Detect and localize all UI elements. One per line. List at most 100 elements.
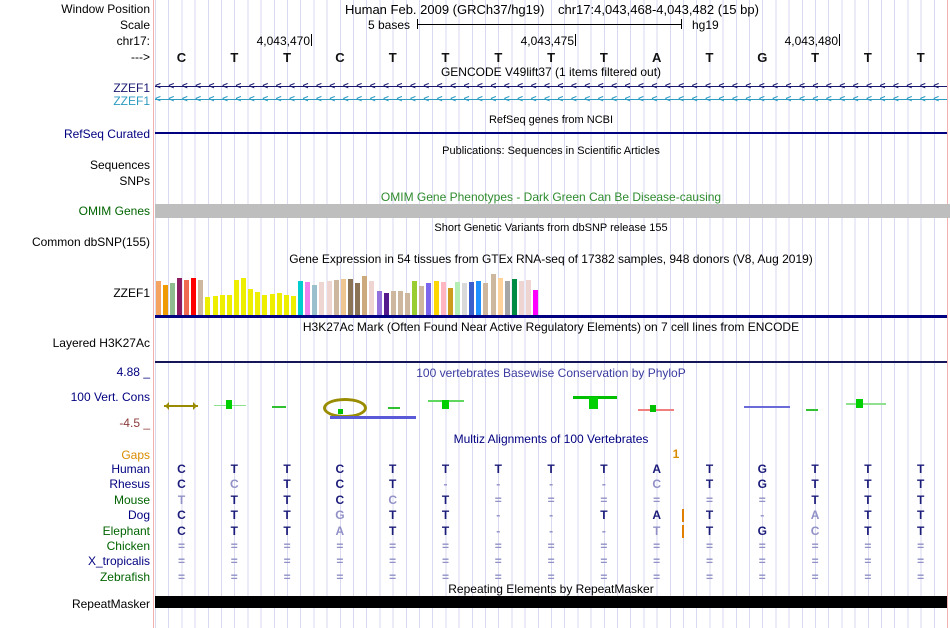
repeatmasker-element-bar[interactable]: [155, 596, 947, 608]
species-label-human[interactable]: Human: [0, 463, 150, 476]
gtex-tissue-bar[interactable]: [248, 289, 254, 315]
gtex-tissue-bar[interactable]: [155, 281, 161, 315]
gtex-tissue-bar[interactable]: [397, 291, 403, 315]
sequence-base: T: [863, 50, 872, 65]
omim-gene-bar[interactable]: [155, 204, 950, 218]
track-label-gtex-gene[interactable]: ZZEF1: [0, 287, 150, 300]
phylop-mark: [650, 405, 656, 412]
align-cell: =: [864, 569, 872, 584]
phylop-mark: [388, 407, 400, 409]
gtex-tissue-bar[interactable]: [205, 297, 211, 315]
species-label-rhesus[interactable]: Rhesus: [0, 478, 150, 491]
track-label-sequences[interactable]: Sequences: [0, 159, 150, 172]
h3k27ac-line[interactable]: [155, 361, 947, 363]
track-label-h3k27ac[interactable]: Layered H3K27Ac: [0, 337, 150, 350]
gtex-tissue-bar[interactable]: [241, 278, 247, 315]
species-label-zebrafish[interactable]: Zebrafish: [0, 570, 150, 584]
gtex-tissue-bar[interactable]: [262, 295, 268, 315]
gtex-tissue-bar[interactable]: [276, 293, 282, 315]
align-cell: C: [177, 508, 186, 523]
gtex-tissue-bar[interactable]: [319, 282, 325, 315]
gtex-tissue-bar[interactable]: [298, 281, 304, 315]
gtex-tissue-bar[interactable]: [419, 286, 425, 315]
gene-label-zzef1-b[interactable]: ZZEF1: [0, 95, 150, 108]
track-label-refseq[interactable]: RefSeq Curated: [0, 128, 150, 141]
position-label: chr17:4,043,468-4,043,482 (15 bp): [558, 2, 759, 17]
gtex-tissue-bar[interactable]: [340, 279, 346, 315]
track-label-phylop[interactable]: 100 Vert. Cons: [0, 391, 150, 404]
align-cell: =: [177, 554, 185, 569]
gtex-tissue-bar[interactable]: [233, 280, 239, 315]
track-label-snps[interactable]: SNPs: [0, 175, 150, 188]
multiz-track-title: Multiz Alignments of 100 Vertebrates: [453, 432, 649, 446]
species-label-x_tropicalis[interactable]: X_tropicalis: [0, 555, 150, 568]
gtex-tissue-bar[interactable]: [326, 281, 332, 315]
gtex-tissue-bar[interactable]: [212, 296, 218, 315]
ruler-tick: 4,043,470: [202, 34, 312, 48]
gtex-tissue-bar[interactable]: [512, 279, 517, 315]
gtex-tissue-bar[interactable]: [469, 282, 475, 315]
align-cell: =: [547, 554, 555, 569]
gtex-tissue-bar[interactable]: [255, 292, 261, 315]
gtex-tissue-bar[interactable]: [283, 295, 289, 315]
align-cell: =: [389, 554, 397, 569]
multiz-gaps-label[interactable]: Gaps: [0, 449, 150, 462]
gtex-tissue-bar[interactable]: [191, 278, 197, 315]
gene-exon-arrows[interactable]: < < < < < < < < < < < < < < < < < < < < …: [155, 81, 947, 93]
align-cell: =: [864, 539, 872, 553]
gtex-tissue-bar[interactable]: [433, 281, 439, 315]
gtex-tissue-bar[interactable]: [312, 285, 318, 315]
align-cell: T: [441, 492, 450, 507]
species-label-chicken[interactable]: Chicken: [0, 540, 150, 553]
gtex-tissue-bar[interactable]: [290, 296, 296, 315]
species-label-elephant[interactable]: Elephant: [0, 524, 150, 538]
gtex-tissue-bar[interactable]: [305, 282, 311, 315]
gtex-tissue-bar[interactable]: [426, 283, 432, 315]
gtex-tissue-bar[interactable]: [483, 283, 489, 315]
gtex-tissue-bar[interactable]: [405, 293, 411, 315]
ruler-tick-mark: [839, 34, 840, 46]
gtex-tissue-bar[interactable]: [440, 282, 446, 315]
gtex-tissue-bar[interactable]: [497, 278, 503, 315]
gtex-tissue-bar[interactable]: [184, 280, 190, 315]
gtex-tissue-bar[interactable]: [412, 281, 418, 315]
gtex-tissue-bar[interactable]: [376, 291, 382, 315]
species-label-dog[interactable]: Dog: [0, 509, 150, 522]
gtex-tissue-bar[interactable]: [176, 278, 182, 315]
gtex-tissue-bar[interactable]: [162, 285, 168, 315]
refseq-gene-line[interactable]: [155, 132, 947, 134]
sequence-base: T: [811, 50, 820, 65]
gtex-tissue-bar[interactable]: [355, 283, 361, 315]
track-label-omim[interactable]: OMIM Genes: [0, 205, 150, 218]
gtex-tissue-bar[interactable]: [519, 281, 525, 315]
gtex-tissue-bar[interactable]: [490, 274, 496, 315]
track-label-repeatmasker[interactable]: RepeatMasker: [0, 598, 150, 611]
gtex-tissue-bar[interactable]: [198, 280, 204, 315]
gtex-tissue-bar[interactable]: [447, 288, 453, 315]
gtex-tissue-bar[interactable]: [390, 291, 396, 315]
gtex-tissue-bar[interactable]: [462, 283, 468, 315]
strand-label: --->: [131, 50, 150, 64]
species-label-mouse[interactable]: Mouse: [0, 493, 150, 507]
track-label-dbsnp[interactable]: Common dbSNP(155): [0, 236, 150, 249]
gtex-tissue-bar[interactable]: [333, 280, 339, 315]
gene-exon-arrows[interactable]: < < < < < < < < < < < < < < < < < < < < …: [155, 94, 947, 106]
gtex-tissue-bar[interactable]: [226, 295, 232, 315]
gtex-tissue-bar[interactable]: [526, 280, 532, 315]
gtex-tissue-bar[interactable]: [269, 294, 275, 315]
gtex-tissue-bar[interactable]: [533, 290, 539, 315]
omim-track-title: OMIM Gene Phenotypes - Dark Green Can Be…: [380, 190, 722, 204]
align-cell: -: [496, 508, 501, 523]
gtex-tissue-bar[interactable]: [454, 282, 460, 315]
gtex-tissue-bar[interactable]: [476, 281, 482, 315]
gtex-tissue-bar[interactable]: [362, 276, 368, 315]
gtex-tissue-bar[interactable]: [369, 281, 375, 315]
scale-bar-right-tick: [681, 19, 682, 29]
gtex-tissue-bar[interactable]: [348, 279, 353, 315]
gtex-tissue-bar[interactable]: [169, 283, 175, 315]
gtex-tissue-bar[interactable]: [219, 295, 225, 315]
gtex-tissue-bar[interactable]: [383, 293, 389, 315]
gtex-tissue-bar[interactable]: [504, 281, 510, 315]
sequence-base: C: [176, 50, 187, 65]
align-cell: T: [441, 508, 450, 523]
